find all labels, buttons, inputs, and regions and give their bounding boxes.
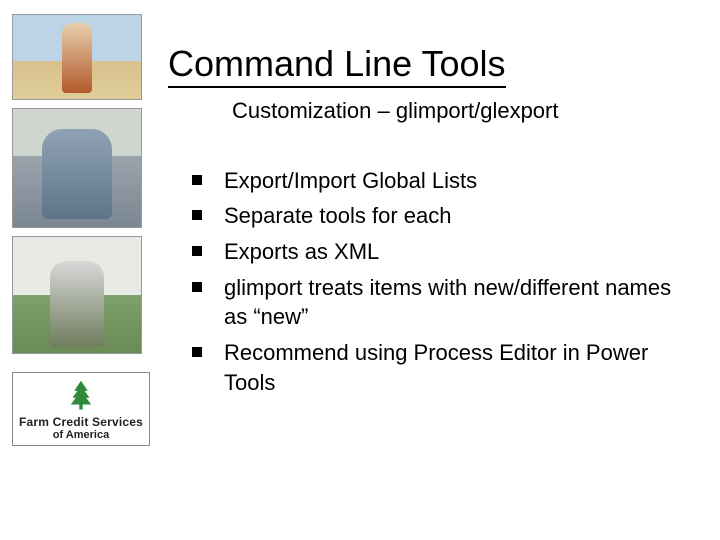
photo-3 bbox=[12, 236, 142, 354]
bullet-text: Exports as XML bbox=[224, 237, 379, 267]
logo-line1: Farm Credit Services bbox=[17, 415, 145, 429]
photo-2 bbox=[12, 108, 142, 228]
bullet-icon bbox=[192, 210, 202, 220]
list-item: glimport treats items with new/different… bbox=[192, 273, 700, 332]
slide-title: Command Line Tools bbox=[168, 44, 506, 88]
photo-1 bbox=[12, 14, 142, 100]
list-item: Separate tools for each bbox=[192, 201, 700, 231]
slide-subtitle: Customization – glimport/glexport bbox=[232, 98, 700, 124]
bullet-icon bbox=[192, 282, 202, 292]
bullet-text: Export/Import Global Lists bbox=[224, 166, 477, 196]
logo-line2: of America bbox=[17, 429, 145, 441]
slide: Farm Credit Services of America Command … bbox=[0, 0, 720, 540]
list-item: Recommend using Process Editor in Power … bbox=[192, 338, 700, 397]
list-item: Export/Import Global Lists bbox=[192, 166, 700, 196]
bullet-text: Recommend using Process Editor in Power … bbox=[224, 338, 700, 397]
bullet-list: Export/Import Global Lists Separate tool… bbox=[192, 166, 700, 398]
bullet-icon bbox=[192, 347, 202, 357]
bullet-text: Separate tools for each bbox=[224, 201, 451, 231]
bullet-text: glimport treats items with new/different… bbox=[224, 273, 700, 332]
logo: Farm Credit Services of America bbox=[12, 372, 150, 446]
content: Command Line Tools Customization – glimp… bbox=[168, 44, 700, 403]
sidebar-images: Farm Credit Services of America bbox=[12, 14, 142, 446]
list-item: Exports as XML bbox=[192, 237, 700, 267]
logo-icon bbox=[64, 379, 98, 413]
bullet-icon bbox=[192, 246, 202, 256]
bullet-icon bbox=[192, 175, 202, 185]
